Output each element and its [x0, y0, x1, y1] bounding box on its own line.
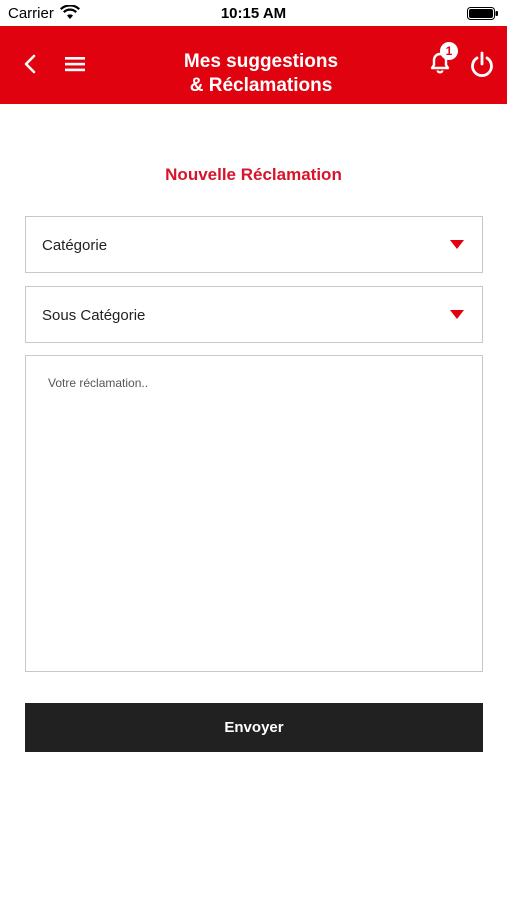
page-title: Mes suggestions & Réclamations — [130, 50, 392, 98]
battery-icon — [467, 7, 498, 20]
back-button[interactable] — [14, 48, 46, 80]
subcategory-select[interactable]: Sous Catégorie — [25, 286, 483, 343]
reclamation-textarea[interactable]: Votre réclamation.. — [25, 355, 483, 672]
notifications-button[interactable]: 1 — [420, 42, 460, 82]
form-title: Nouvelle Réclamation — [165, 165, 342, 184]
notification-badge: 1 — [440, 42, 458, 60]
logout-button[interactable] — [462, 46, 502, 84]
menu-button[interactable] — [58, 48, 92, 80]
category-select[interactable]: Catégorie — [25, 216, 483, 273]
status-time: 10:15 AM — [220, 5, 287, 22]
app-header: Mes suggestions & Réclamations 1 — [0, 26, 507, 104]
category-select-label: Catégorie — [42, 237, 108, 254]
status-bar: Carrier 10:15 AM — [0, 0, 507, 26]
page-title-line1: Mes suggestions — [183, 51, 339, 72]
caret-down-icon — [450, 240, 464, 249]
subcategory-select-label: Sous Catégorie — [42, 307, 146, 324]
page-title-line2: & Réclamations — [189, 75, 333, 96]
chevron-left-icon — [24, 54, 36, 74]
power-icon — [471, 51, 493, 77]
caret-down-icon — [450, 310, 464, 319]
submit-button[interactable]: Envoyer — [25, 703, 483, 752]
hamburger-menu-icon — [65, 57, 85, 72]
reclamation-placeholder: Votre réclamation.. — [48, 376, 149, 390]
